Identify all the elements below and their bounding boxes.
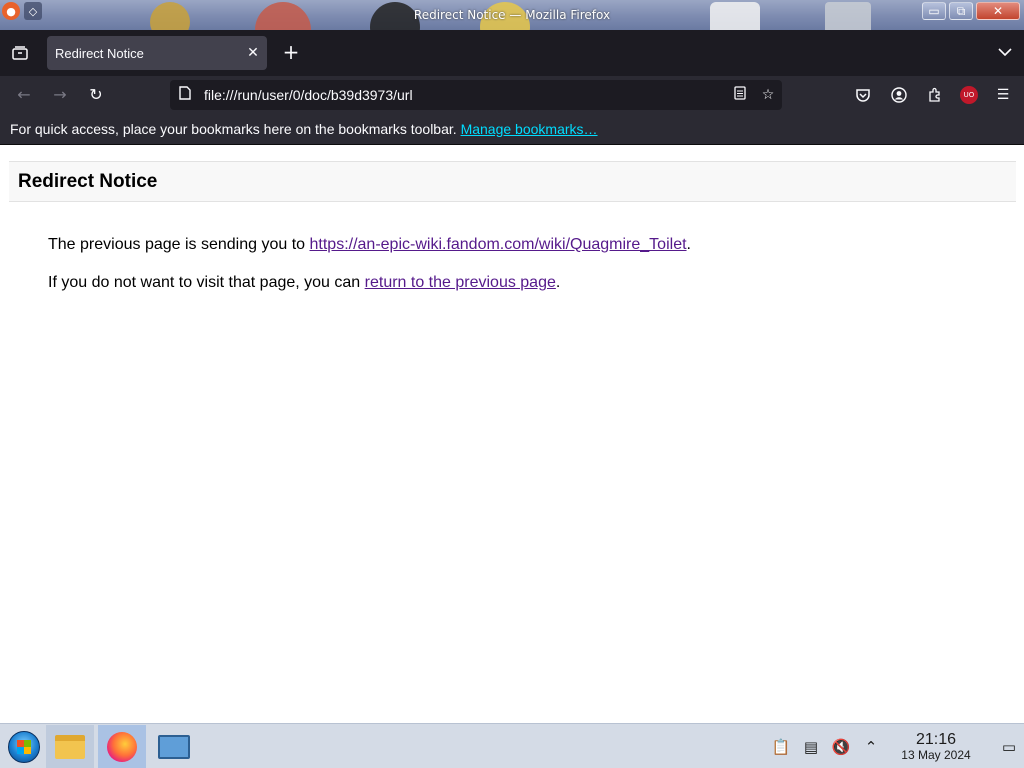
taskbar-system-settings[interactable] [150,725,198,768]
page-title: Redirect Notice [18,171,158,192]
list-all-tabs-icon[interactable] [998,45,1012,59]
reader-view-icon[interactable] [726,86,754,104]
start-orb-icon [8,730,40,763]
redirect-target-line: The previous page is sending you to http… [48,235,988,254]
taskbar-file-manager[interactable] [46,725,94,768]
redirect-target-link[interactable]: https://an-epic-wiki.fandom.com/wiki/Qua… [310,236,687,253]
start-menu-button[interactable] [0,725,48,768]
url-bar[interactable]: file:///run/user/0/doc/b39d3973/url ☆ [170,80,782,110]
extensions-icon[interactable] [924,84,946,106]
bookmarks-toolbar: For quick access, place your bookmarks h… [0,114,1024,145]
new-tab-button[interactable]: + [280,42,302,64]
clipboard-icon[interactable]: 📋 [766,738,796,756]
tab-strip: Redirect Notice ✕ + [0,30,1024,76]
bookmark-star-icon[interactable]: ☆ [754,87,782,103]
forward-button[interactable]: → [50,85,70,105]
return-prefix-text: If you do not want to visit that page, y… [48,274,365,291]
back-button[interactable]: ← [14,85,34,105]
system-settings-icon [158,734,190,759]
clock-time: 21:16 [915,731,957,748]
volume-muted-icon[interactable]: 🔇 [826,738,856,756]
toolbar-right-buttons: UO ☰ [852,84,1014,106]
storage-icon[interactable]: ▤ [796,738,826,756]
clock-date: 13 May 2024 [901,748,971,762]
bookmarks-empty-message: For quick access, place your bookmarks h… [10,121,461,137]
window-controls: ▭ ⧉ ✕ [922,2,1020,20]
ublock-origin-icon[interactable]: UO [960,86,978,104]
app-menu-icon[interactable]: ☰ [992,84,1014,106]
page-content: Redirect Notice The previous page is sen… [0,145,1024,723]
notice-header: Redirect Notice [9,161,1016,202]
return-suffix-text: . [555,274,561,291]
redirect-suffix-text: . [686,236,691,253]
reload-button[interactable]: ↻ [86,85,106,105]
tab-redirect-notice[interactable]: Redirect Notice ✕ [47,36,267,70]
account-icon[interactable] [888,84,910,106]
folder-icon [55,734,85,759]
url-input[interactable]: file:///run/user/0/doc/b39d3973/url [200,87,726,103]
page-icon[interactable] [170,86,200,104]
notice-body: The previous page is sending you to http… [48,235,988,311]
minimize-button[interactable]: ▭ [922,2,946,20]
pocket-icon[interactable] [852,84,874,106]
tab-label: Redirect Notice [55,45,144,61]
clock[interactable]: 21:16 13 May 2024 [886,731,986,762]
navigation-toolbar: ← → ↻ file:///run/user/0/doc/b39d3973/ur… [0,76,1024,114]
system-tray: 📋 ▤ 🔇 ⌃ 21:16 13 May 2024 ▭ [766,724,1024,768]
close-window-button[interactable]: ✕ [976,2,1020,20]
show-desktop-icon[interactable]: ▭ [994,738,1024,756]
window-titlebar[interactable]: ● ◇ Redirect Notice — Mozilla Firefox ▭ … [0,0,1024,30]
taskbar-firefox[interactable] [98,725,146,768]
maximize-button[interactable]: ⧉ [949,2,973,20]
taskbar: 📋 ▤ 🔇 ⌃ 21:16 13 May 2024 ▭ [0,723,1024,768]
tab-close-icon[interactable]: ✕ [239,45,267,61]
return-line: If you do not want to visit that page, y… [48,273,988,292]
tray-expand-icon[interactable]: ⌃ [856,738,886,756]
window-title: Redirect Notice — Mozilla Firefox [413,8,611,22]
manage-bookmarks-link[interactable]: Manage bookmarks… [461,121,598,137]
firefox-view-icon[interactable] [9,43,31,63]
firefox-icon [107,731,137,762]
return-previous-page-link[interactable]: return to the previous page [365,274,556,291]
redirect-prefix-text: The previous page is sending you to [48,236,310,253]
